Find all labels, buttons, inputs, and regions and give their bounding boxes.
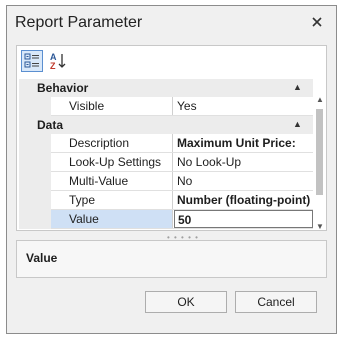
category-label: Data <box>37 118 64 132</box>
row-gutter <box>19 210 51 229</box>
property-name: Value <box>51 210 173 228</box>
property-name: Type <box>51 191 173 209</box>
category-data[interactable]: Data ▲ <box>19 116 313 134</box>
category-behavior[interactable]: Behavior ▲ <box>19 79 313 97</box>
property-row-multi-value[interactable]: Multi-Value No <box>19 172 313 191</box>
property-value[interactable]: Number (floating-point) <box>174 191 313 209</box>
description-panel: Value <box>16 240 327 278</box>
vertical-scrollbar[interactable]: ▲ ▼ <box>314 95 325 231</box>
property-grid-toolbar: A Z <box>17 46 326 78</box>
property-value[interactable]: No Look-Up <box>174 153 313 171</box>
ok-button[interactable]: OK <box>145 291 227 313</box>
property-value-editor[interactable]: 50 <box>174 210 313 228</box>
property-row-type[interactable]: Type Number (floating-point) <box>19 191 313 210</box>
row-gutter <box>19 134 51 153</box>
collapse-arrow-icon[interactable]: ▲ <box>293 82 302 92</box>
property-name: Description <box>51 134 173 152</box>
row-gutter <box>19 172 51 191</box>
property-value[interactable]: Maximum Unit Price: <box>174 134 313 152</box>
property-row-visible[interactable]: Visible Yes <box>19 97 313 116</box>
scroll-down-icon[interactable]: ▼ <box>316 222 324 231</box>
dialog-title: Report Parameter <box>15 14 143 31</box>
sort-alphabetical-icon[interactable]: A Z <box>47 50 69 72</box>
property-value[interactable]: No <box>174 172 313 190</box>
svg-text:Z: Z <box>50 61 56 71</box>
property-row-value[interactable]: Value 50 <box>19 210 313 229</box>
row-gutter <box>19 97 51 116</box>
description-title: Value <box>26 251 58 265</box>
categorized-view-icon[interactable] <box>21 50 43 72</box>
row-gutter <box>19 153 51 172</box>
property-grid: A Z Behavior ▲ Visible Yes Data ▲ Descri… <box>16 45 327 231</box>
property-name: Look-Up Settings <box>51 153 173 171</box>
property-value[interactable]: Yes <box>174 97 313 115</box>
scroll-up-icon[interactable]: ▲ <box>316 95 324 104</box>
property-rows: Behavior ▲ Visible Yes Data ▲ Descriptio… <box>19 79 313 229</box>
scroll-thumb[interactable] <box>316 109 323 195</box>
report-parameter-dialog: Report Parameter A Z Behavior ▲ Visible … <box>6 5 337 334</box>
close-icon[interactable] <box>310 15 324 29</box>
property-name: Visible <box>51 97 173 115</box>
property-row-description[interactable]: Description Maximum Unit Price: <box>19 134 313 153</box>
property-name: Multi-Value <box>51 172 173 190</box>
title-bar: Report Parameter <box>7 6 336 40</box>
row-gutter <box>19 191 51 210</box>
collapse-arrow-icon[interactable]: ▲ <box>293 119 302 129</box>
category-label: Behavior <box>37 81 89 95</box>
cancel-button[interactable]: Cancel <box>235 291 317 313</box>
property-row-look-up-settings[interactable]: Look-Up Settings No Look-Up <box>19 153 313 172</box>
